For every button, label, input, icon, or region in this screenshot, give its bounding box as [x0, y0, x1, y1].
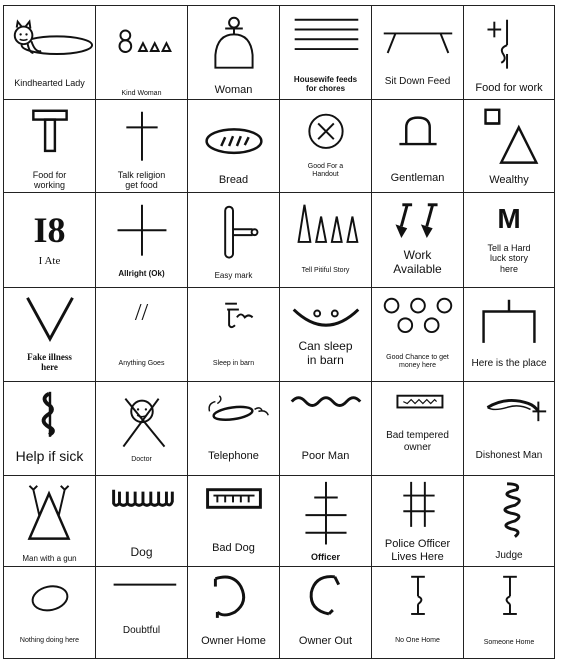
- symbol-label: Dishonest Man: [475, 450, 543, 461]
- symbol-label: Talk religion get food: [117, 170, 166, 191]
- symbol-cell-poor-man: Poor Man: [279, 381, 372, 476]
- symbol-label: Man with a gun: [22, 554, 77, 563]
- box-with-zigzag-icon: [396, 394, 444, 409]
- symbol-label: Owner Out: [298, 635, 353, 647]
- symbol-cell-woman: Woman: [187, 5, 280, 100]
- symbol-cell-bad-dog: Bad Dog: [187, 475, 280, 567]
- symbol-cell-kindhearted-lady: Kindhearted Lady: [3, 5, 96, 100]
- symbol-cell-bread: Bread: [187, 99, 280, 193]
- symbol-cell-kind-woman: Kind Woman: [95, 5, 188, 100]
- symbol-label: Kindhearted Lady: [14, 78, 85, 88]
- symbol-label: Sit Down Feed: [384, 76, 451, 87]
- symbol-cell-doctor: Doctor: [95, 381, 188, 476]
- hobo-symbol-grid: Kindhearted Lady Kind Woman Woman Housew…: [3, 5, 555, 659]
- symbol-cell-work-available: Work Available: [371, 192, 464, 288]
- triangle-arms-icon: [27, 485, 71, 540]
- symbol-cell-judge: Judge: [463, 475, 555, 567]
- symbol-cell-tell-pitiful-story: Tell Pitiful Story: [279, 192, 372, 288]
- symbol-cell-hard-luck-story: M Tell a Hard luck story here: [463, 192, 555, 288]
- symbol-label: Anything Goes: [118, 360, 165, 367]
- symbol-cell-officer: Officer: [279, 475, 372, 567]
- symbol-label: Judge: [495, 550, 523, 561]
- symbol-label: Woman: [214, 84, 253, 96]
- circles-and-triangles-icon: [118, 29, 172, 53]
- symbol-label: Nothing doing here: [19, 637, 80, 644]
- symbol-label: Good Chance to get money here: [386, 354, 449, 370]
- symbol-cell-easy-mark: Easy mark: [187, 192, 280, 288]
- symbol-label: Wealthy: [489, 174, 529, 186]
- symbol-cell-i-ate: I8 I Ate: [3, 192, 96, 288]
- symbol-cell-can-sleep-in-barn: Can sleep in barn: [279, 287, 372, 382]
- symbol-cell-gentleman: Gentleman: [371, 99, 464, 193]
- symbol-label: Officer: [310, 552, 340, 562]
- symbol-label: Good For a Handout: [307, 163, 344, 179]
- m-glyph-icon: M: [497, 203, 521, 234]
- symbol-label: Owner Home: [201, 635, 266, 647]
- symbol-cell-housewife-feeds: Housewife feeds for chores: [279, 5, 372, 100]
- symbol-cell-good-for-handout: Good For a Handout: [279, 99, 372, 193]
- symbol-cell-good-chance-money: Good Chance to get money here: [371, 287, 464, 382]
- symbol-cell-nothing-doing: Nothing doing here: [3, 566, 96, 659]
- symbol-label: Sleep in barn: [212, 360, 255, 367]
- symbol-label: I Ate: [38, 255, 61, 267]
- symbol-label: Can sleep in barn: [298, 339, 353, 367]
- symbol-cell-talk-religion: Talk religion get food: [95, 99, 188, 193]
- symbol-cell-food-for-work: Food for work: [463, 5, 555, 100]
- symbol-label: Kind Woman: [121, 90, 162, 97]
- symbol-cell-owner-home: Owner Home: [187, 566, 280, 659]
- symbol-cell-allright: Allright (Ok): [95, 192, 188, 288]
- symbol-cell-sleep-in-barn: Sleep in barn: [187, 287, 280, 382]
- symbol-label: Bad tempered owner: [386, 430, 449, 453]
- symbol-cell-fake-illness: Fake illness here: [3, 287, 96, 382]
- symbol-label: Dog: [130, 545, 153, 559]
- symbol-cell-owner-out: Owner Out: [279, 566, 372, 659]
- symbol-cell-doubtful: Doubtful: [95, 566, 188, 659]
- symbol-label: Gentleman: [390, 172, 445, 184]
- symbol-label: Housewife feeds for chores: [293, 75, 358, 94]
- symbol-label: Poor Man: [301, 450, 350, 462]
- symbol-label: Someone Home: [483, 639, 535, 646]
- symbol-label: Allright (Ok): [118, 269, 165, 278]
- symbol-cell-help-if-sick: Help if sick: [3, 381, 96, 476]
- symbol-label: Easy mark: [214, 271, 253, 280]
- symbol-label: Food for working: [32, 170, 67, 191]
- symbol-cell-telephone: Telephone: [187, 381, 280, 476]
- symbol-label: Bread: [218, 174, 249, 186]
- symbol-label: Police Officer Lives Here: [384, 538, 451, 563]
- symbol-cell-anything-goes: // Anything Goes: [95, 287, 188, 382]
- i8-glyph-icon: I8: [33, 210, 66, 250]
- symbol-cell-someone-home: Someone Home: [463, 566, 555, 659]
- symbol-label: Telephone: [208, 450, 259, 462]
- symbol-cell-dog: Dog: [95, 475, 188, 567]
- symbol-label: Doubtful: [122, 625, 161, 636]
- symbol-label: Bad Dog: [212, 542, 255, 554]
- symbol-label: Doctor: [131, 456, 152, 463]
- symbol-cell-man-with-a-gun: Man with a gun: [3, 475, 96, 567]
- symbol-label: Here is the place: [471, 358, 547, 369]
- symbol-cell-bad-tempered-owner: Bad tempered owner: [371, 381, 464, 476]
- symbol-label: Food for work: [475, 82, 543, 94]
- symbol-label: No One Home: [395, 637, 440, 644]
- horizontal-line-icon: [113, 583, 177, 586]
- symbol-label: Tell a Hard luck story here: [487, 243, 531, 274]
- symbol-cell-here-is-the-place: Here is the place: [463, 287, 555, 382]
- double-slash-icon: //: [134, 300, 149, 326]
- symbol-cell-sit-down-feed: Sit Down Feed: [371, 5, 464, 100]
- symbol-label: Fake illness here: [27, 352, 72, 373]
- symbol-cell-dishonest-man: Dishonest Man: [463, 381, 555, 476]
- symbol-label: Work Available: [393, 248, 442, 276]
- symbol-label: Tell Pitiful Story: [301, 267, 350, 274]
- symbol-cell-no-one-home: No One Home: [371, 566, 464, 659]
- symbol-cell-wealthy: Wealthy: [463, 99, 555, 193]
- symbol-label: Help if sick: [15, 448, 84, 464]
- symbol-cell-food-for-working: Food for working: [3, 99, 96, 193]
- symbol-cell-police-officer: Police Officer Lives Here: [371, 475, 464, 567]
